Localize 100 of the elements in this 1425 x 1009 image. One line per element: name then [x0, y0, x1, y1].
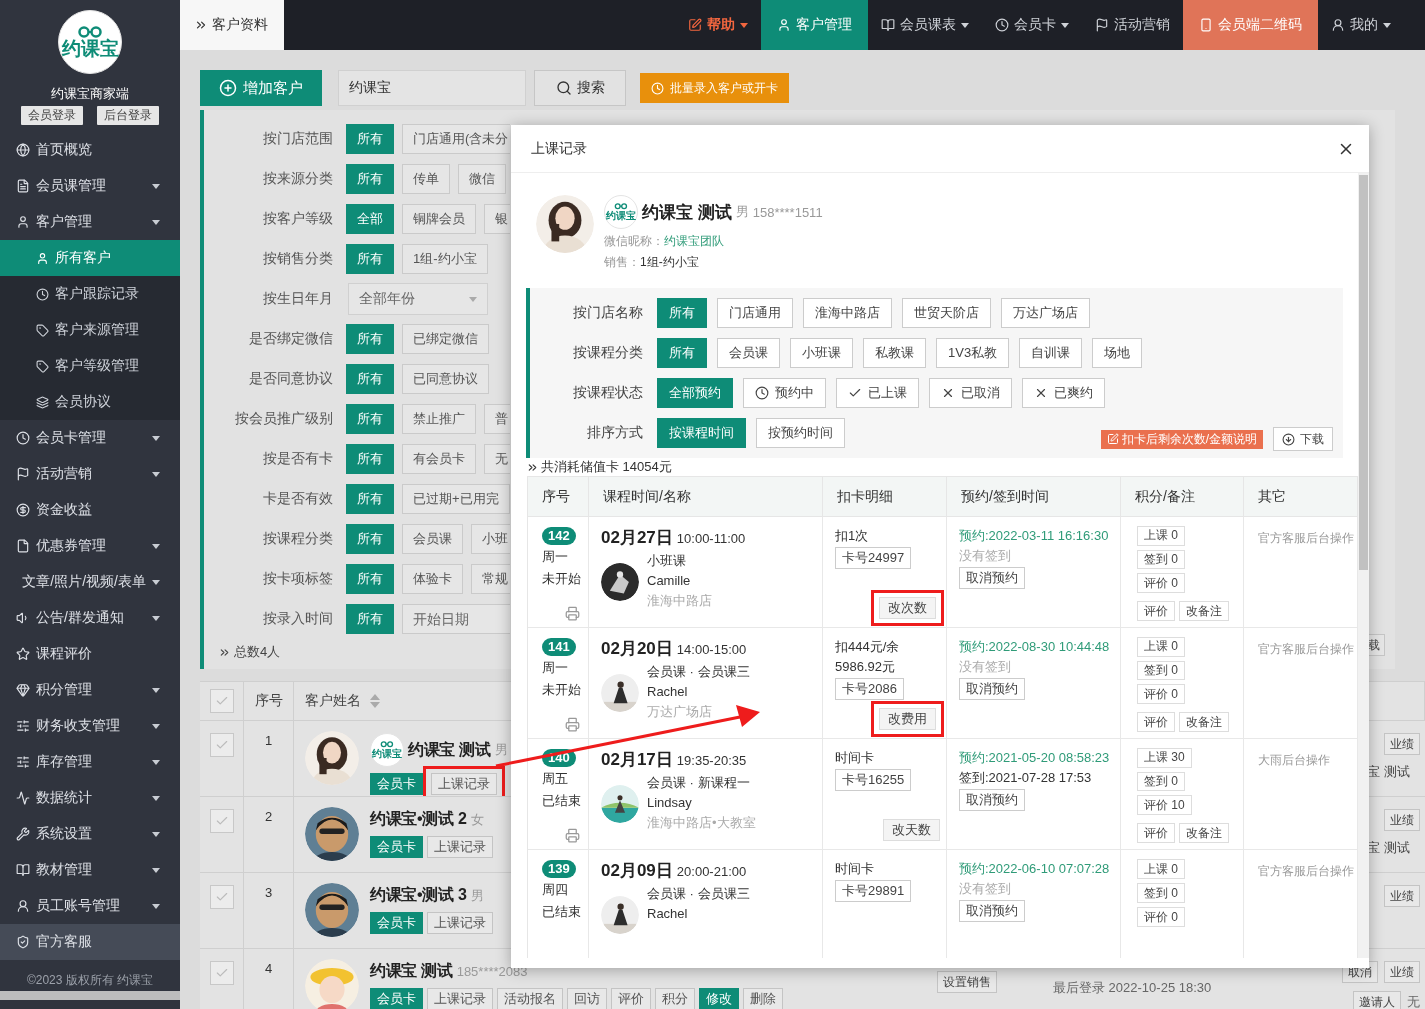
filter-option[interactable]: 自训课: [1019, 338, 1083, 368]
filter-option[interactable]: 所有: [657, 298, 707, 328]
row-action-button[interactable]: 会员卡: [370, 988, 423, 1009]
row-action-button[interactable]: 上课记录: [431, 773, 497, 795]
inviter-button[interactable]: 邀请人: [1353, 991, 1401, 1009]
remark-button[interactable]: 评价: [1137, 823, 1175, 843]
filter-option[interactable]: 铜牌会员: [402, 204, 476, 234]
nav-subitem[interactable]: 会员协议: [0, 384, 180, 420]
row-action-button[interactable]: 业绩: [1384, 885, 1420, 907]
score-button[interactable]: 评价 0: [1137, 907, 1185, 927]
row-action-button[interactable]: 业绩: [1384, 961, 1420, 983]
remark-button[interactable]: 改备注: [1179, 601, 1229, 621]
set-sales-button[interactable]: 设置销售: [937, 971, 997, 993]
filter-option[interactable]: 1V3私教: [936, 338, 1010, 368]
filter-option[interactable]: 所有: [346, 484, 394, 514]
score-button[interactable]: 评价 10: [1137, 795, 1192, 815]
remark-button[interactable]: 改备注: [1179, 712, 1229, 732]
filter-option[interactable]: 世贸天阶店: [902, 298, 991, 328]
select-all-checkbox[interactable]: [209, 689, 234, 713]
row-action-button[interactable]: 会员卡: [370, 773, 423, 795]
score-button[interactable]: 签到 0: [1137, 771, 1185, 792]
filter-option[interactable]: 小班课: [790, 338, 853, 368]
filter-option[interactable]: 常规: [471, 564, 510, 594]
top-menu-item[interactable]: 会员课表: [868, 0, 982, 50]
filter-option[interactable]: 已绑定微信: [402, 324, 489, 354]
breadcrumb[interactable]: 客户资料: [180, 0, 284, 50]
filter-option[interactable]: 淮海中路店: [803, 298, 892, 328]
row-action-button[interactable]: 活动报名: [497, 988, 563, 1009]
score-button[interactable]: 上课 0: [1137, 526, 1185, 546]
filter-option[interactable]: 有会员卡: [402, 444, 476, 474]
row-checkbox[interactable]: [209, 733, 234, 757]
filter-option[interactable]: 全部: [346, 204, 394, 234]
filter-option[interactable]: 无: [484, 444, 510, 474]
row-action-button[interactable]: 上课记录: [427, 912, 493, 934]
filter-option[interactable]: 已同意协议: [402, 364, 489, 394]
nav-item[interactable]: 客户管理: [0, 204, 180, 240]
nav-item[interactable]: 系统设置: [0, 816, 180, 852]
row-action-button[interactable]: 删除: [743, 988, 783, 1009]
filter-option[interactable]: 微信: [458, 164, 506, 194]
cancel-booking-button[interactable]: 取消预约: [959, 900, 1025, 922]
row-action-button[interactable]: 修改: [699, 988, 739, 1009]
nav-item[interactable]: 官方客服: [0, 924, 180, 960]
nav-item[interactable]: 首页概览: [0, 132, 180, 168]
score-button[interactable]: 评价 0: [1137, 573, 1185, 593]
nav-item[interactable]: 文章/照片/视频/表单: [0, 564, 180, 600]
filter-option[interactable]: 按预约时间: [756, 418, 845, 448]
login-button[interactable]: 会员登录: [21, 106, 83, 125]
filter-option[interactable]: 会员课: [717, 338, 780, 368]
filter-option[interactable]: 全部预约: [657, 378, 733, 408]
login-button[interactable]: 后台登录: [97, 106, 159, 125]
score-button[interactable]: 签到 0: [1137, 660, 1185, 681]
nav-subitem[interactable]: 客户等级管理: [0, 348, 180, 384]
remark-button[interactable]: 评价: [1137, 712, 1175, 732]
sort-icon[interactable]: [369, 693, 381, 709]
filter-option[interactable]: 门店通用(含未分: [402, 124, 510, 154]
filter-option[interactable]: 已爽约: [1022, 378, 1105, 408]
top-menu-item[interactable]: 客户管理: [761, 0, 868, 50]
filter-option[interactable]: 会员课: [402, 524, 463, 554]
nav-item[interactable]: 数据统计: [0, 780, 180, 816]
row-action-button[interactable]: 会员卡: [370, 836, 423, 858]
nav-item[interactable]: 财务收支管理: [0, 708, 180, 744]
card-number-button[interactable]: 卡号29891: [835, 880, 912, 902]
filter-option[interactable]: 已过期+已用完: [402, 484, 510, 514]
filter-option[interactable]: 私教课: [863, 338, 926, 368]
year-select[interactable]: 全部年份: [348, 283, 488, 315]
row-action-button[interactable]: 上课记录: [427, 988, 493, 1009]
top-menu-item[interactable]: 我的: [1318, 0, 1425, 50]
nav-item[interactable]: 员工账号管理: [0, 888, 180, 924]
filter-option[interactable]: 所有: [346, 364, 394, 394]
row-action-button[interactable]: 业绩: [1384, 809, 1420, 831]
print-icon[interactable]: [565, 606, 580, 621]
nav-item[interactable]: 会员卡管理: [0, 420, 180, 456]
filter-option[interactable]: 所有: [346, 404, 394, 434]
score-button[interactable]: 评价 0: [1137, 684, 1185, 704]
filter-option[interactable]: 所有: [346, 524, 394, 554]
edit-button[interactable]: 改天数: [883, 819, 940, 841]
nav-subitem[interactable]: 所有客户: [0, 240, 180, 276]
filter-option[interactable]: 所有: [346, 244, 394, 274]
filter-option[interactable]: 场地: [1092, 338, 1143, 368]
print-icon[interactable]: [565, 828, 580, 843]
filter-option[interactable]: 万达广场店: [1001, 298, 1090, 328]
filter-option[interactable]: 传单: [402, 164, 450, 194]
row-action-button[interactable]: 评价: [611, 988, 651, 1009]
row-checkbox[interactable]: [209, 809, 234, 833]
filter-option[interactable]: 禁止推广: [402, 404, 476, 434]
nav-item[interactable]: 课程评价: [0, 636, 180, 672]
filter-option[interactable]: 所有: [346, 124, 394, 154]
filter-option[interactable]: 银: [484, 204, 510, 234]
date-field[interactable]: 开始日期: [402, 604, 510, 634]
edit-button[interactable]: 改费用: [879, 708, 936, 730]
filter-option[interactable]: 按课程时间: [657, 418, 746, 448]
nav-item[interactable]: 公告/群发通知: [0, 600, 180, 636]
card-number-button[interactable]: 卡号16255: [835, 769, 912, 791]
search-field[interactable]: 约课宝: [338, 70, 526, 106]
filter-option[interactable]: 已取消: [929, 378, 1012, 408]
cancel-booking-button[interactable]: 取消预约: [959, 789, 1025, 811]
filter-option[interactable]: 所有: [346, 604, 394, 634]
top-menu-item[interactable]: 帮助: [675, 0, 761, 50]
top-menu-item[interactable]: 会员卡: [982, 0, 1082, 50]
print-icon[interactable]: [565, 717, 580, 732]
